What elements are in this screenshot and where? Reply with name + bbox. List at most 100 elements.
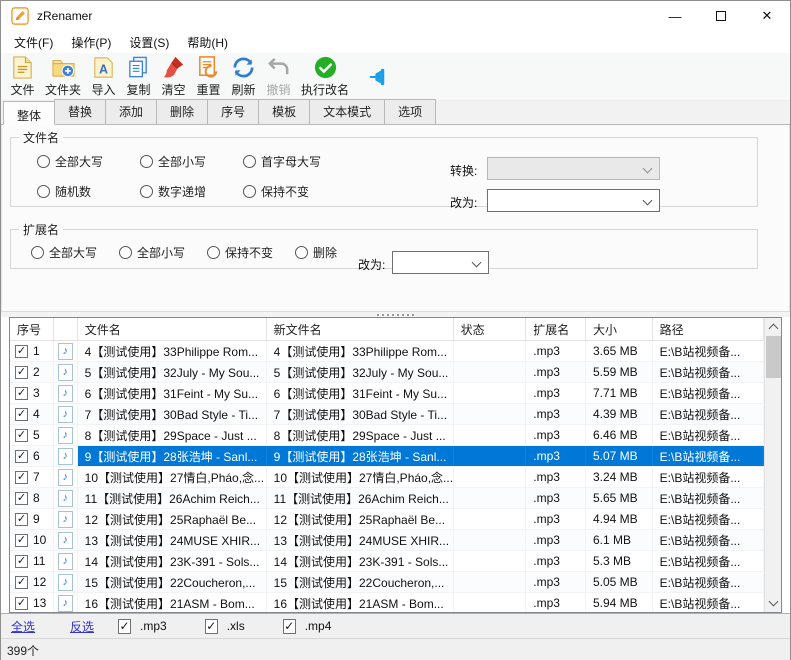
row-size-cell: 5.3 MB — [586, 551, 653, 571]
row-seq-number: 7 — [33, 470, 40, 484]
scrollbar-thumb[interactable] — [766, 336, 781, 378]
toolbar-button-folder-add[interactable]: 文件夹 — [40, 54, 86, 100]
table-row[interactable]: ✓9♪12【测试使用】25Raphaël Be...12【测试使用】25Raph… — [10, 509, 764, 530]
row-checkbox[interactable]: ✓ — [15, 366, 28, 379]
row-checkbox[interactable]: ✓ — [15, 555, 28, 568]
column-header-icon[interactable] — [54, 318, 78, 340]
row-checkbox[interactable]: ✓ — [15, 471, 28, 484]
table-row[interactable]: ✓11♪14【测试使用】23K-391 - Sols...14【测试使用】23K… — [10, 551, 764, 572]
table-row[interactable]: ✓4♪7【测试使用】30Bad Style - Ti...7【测试使用】30Ba… — [10, 404, 764, 425]
filename-change-select[interactable] — [487, 189, 660, 212]
column-header-文件名[interactable]: 文件名 — [78, 318, 267, 340]
table-row[interactable]: ✓8♪11【测试使用】26Achim Reich...11【测试使用】26Ach… — [10, 488, 764, 509]
select-all-link[interactable]: 全选 — [11, 618, 35, 635]
table-row[interactable]: ✓13♪16【测试使用】21ASM - Bom...16【测试使用】21ASM … — [10, 593, 764, 612]
row-checkbox[interactable]: ✓ — [15, 534, 28, 547]
row-path-cell: E:\B站视频备... — [653, 551, 764, 571]
table-row[interactable]: ✓6♪9【测试使用】28张浩坤 - Sanl...9【测试使用】28张浩坤 - … — [10, 446, 764, 467]
filter-xls[interactable]: ✓.xls — [205, 619, 245, 634]
row-checkbox[interactable]: ✓ — [15, 576, 28, 589]
filename-radio-label: 数字递增 — [158, 183, 206, 200]
invert-select-link[interactable]: 反选 — [70, 618, 94, 635]
filename-radio-全部大写[interactable]: 全部大写 — [37, 153, 140, 170]
scroll-up-icon[interactable] — [765, 318, 782, 335]
table-row[interactable]: ✓1♪4【测试使用】33Philippe Rom...4【测试使用】33Phil… — [10, 341, 764, 362]
table-row[interactable]: ✓7♪10【测试使用】27情白,Pháo,念...10【测试使用】27情白,Ph… — [10, 467, 764, 488]
toolbar-button-copy[interactable]: 复制 — [121, 54, 156, 100]
row-checkbox[interactable]: ✓ — [15, 345, 28, 358]
row-filename-cell: 5【测试使用】32July - My Sou... — [78, 362, 267, 382]
table-row[interactable]: ✓3♪6【测试使用】31Feint - My Su...6【测试使用】31Fei… — [10, 383, 764, 404]
row-checkbox[interactable]: ✓ — [15, 450, 28, 463]
menu-item-h[interactable]: 帮助(H) — [178, 32, 237, 53]
extension-radio-保持不变[interactable]: 保持不变 — [207, 244, 295, 261]
table-row[interactable]: ✓12♪15【测试使用】22Coucheron,...15【测试使用】22Cou… — [10, 572, 764, 593]
convert-select[interactable] — [487, 157, 660, 180]
extension-radio-全部大写[interactable]: 全部大写 — [31, 244, 119, 261]
filename-radio-全部小写[interactable]: 全部小写 — [140, 153, 243, 170]
tab-选项[interactable]: 选项 — [384, 99, 436, 124]
menu-item-p[interactable]: 操作(P) — [62, 32, 120, 53]
row-newname-cell: 5【测试使用】32July - My Sou... — [267, 362, 454, 382]
row-seq-cell: ✓12 — [10, 572, 54, 592]
music-file-icon: ♪ — [58, 490, 73, 507]
tab-替换[interactable]: 替换 — [54, 99, 106, 124]
row-icon-cell: ♪ — [54, 362, 78, 382]
tab-序号[interactable]: 序号 — [207, 99, 259, 124]
filter-mp3[interactable]: ✓.mp3 — [118, 619, 167, 634]
row-checkbox[interactable]: ✓ — [15, 597, 28, 610]
scroll-down-icon[interactable] — [765, 595, 782, 612]
close-button[interactable]: ✕ — [744, 1, 790, 31]
toolbar-button-refresh[interactable]: 刷新 — [226, 54, 261, 100]
toolbar-button-reset[interactable]: 重置 — [191, 54, 226, 100]
minimize-button[interactable]: — — [652, 1, 698, 31]
toolbar-button-execute-rename[interactable]: 执行改名 — [296, 54, 354, 100]
filter-checkbox[interactable]: ✓ — [283, 619, 296, 634]
file-table-main: 序号 文件名新文件名状态扩展名大小路径 ✓1♪4【测试使用】33Philippe … — [10, 318, 764, 612]
extension-change-select[interactable] — [392, 251, 489, 274]
row-checkbox[interactable]: ✓ — [15, 408, 28, 421]
row-path-cell: E:\B站视频备... — [653, 488, 764, 508]
row-checkbox[interactable]: ✓ — [15, 429, 28, 442]
column-header-路径[interactable]: 路径 — [653, 318, 764, 340]
filter-checkbox[interactable]: ✓ — [118, 619, 131, 634]
filename-radio-随机数[interactable]: 随机数 — [37, 183, 140, 200]
row-checkbox[interactable]: ✓ — [15, 492, 28, 505]
toolbar-button-file[interactable]: 文件 — [5, 54, 40, 100]
tab-模板[interactable]: 模板 — [258, 99, 310, 124]
filename-radio-数字递增[interactable]: 数字递增 — [140, 183, 243, 200]
tab-整体[interactable]: 整体 — [3, 101, 55, 125]
table-row[interactable]: ✓2♪5【测试使用】32July - My Sou...5【测试使用】32Jul… — [10, 362, 764, 383]
filename-radio-首字母大写[interactable]: 首字母大写 — [243, 153, 346, 170]
row-path-cell: E:\B站视频备... — [653, 362, 764, 382]
toolbar-button-import[interactable]: A导入 — [86, 54, 121, 100]
filter-mp4[interactable]: ✓.mp4 — [283, 619, 332, 634]
menu-item-f[interactable]: 文件(F) — [5, 32, 62, 53]
tab-添加[interactable]: 添加 — [105, 99, 157, 124]
tab-删除[interactable]: 删除 — [156, 99, 208, 124]
toolbar-button-clear-brush[interactable]: 清空 — [156, 54, 191, 100]
row-checkbox[interactable]: ✓ — [15, 513, 28, 526]
extension-radio-全部小写[interactable]: 全部小写 — [119, 244, 207, 261]
maximize-button[interactable] — [698, 1, 744, 31]
column-header-状态[interactable]: 状态 — [454, 318, 527, 340]
vertical-scrollbar[interactable] — [764, 318, 781, 612]
maximize-icon — [716, 11, 726, 21]
column-header-序号[interactable]: 序号 — [10, 318, 54, 340]
filter-checkbox[interactable]: ✓ — [205, 619, 218, 634]
table-row[interactable]: ✓5♪8【测试使用】29Space - Just ...8【测试使用】29Spa… — [10, 425, 764, 446]
column-header-扩展名[interactable]: 扩展名 — [526, 318, 586, 340]
table-row[interactable]: ✓10♪13【测试使用】24MUSE XHIR...13【测试使用】24MUSE… — [10, 530, 764, 551]
menu-item-s[interactable]: 设置(S) — [120, 32, 178, 53]
pin-icon[interactable] — [368, 65, 392, 89]
filename-change-label: 改为: — [450, 194, 477, 211]
column-header-新文件名[interactable]: 新文件名 — [267, 318, 454, 340]
column-header-大小[interactable]: 大小 — [586, 318, 653, 340]
filename-radio-label: 保持不变 — [261, 183, 309, 200]
tab-文本模式[interactable]: 文本模式 — [309, 99, 385, 124]
filename-group-legend: 文件名 — [19, 129, 63, 146]
clear-brush-icon — [161, 55, 186, 80]
row-status-cell — [454, 488, 527, 508]
row-checkbox[interactable]: ✓ — [15, 387, 28, 400]
filename-radio-保持不变[interactable]: 保持不变 — [243, 183, 346, 200]
